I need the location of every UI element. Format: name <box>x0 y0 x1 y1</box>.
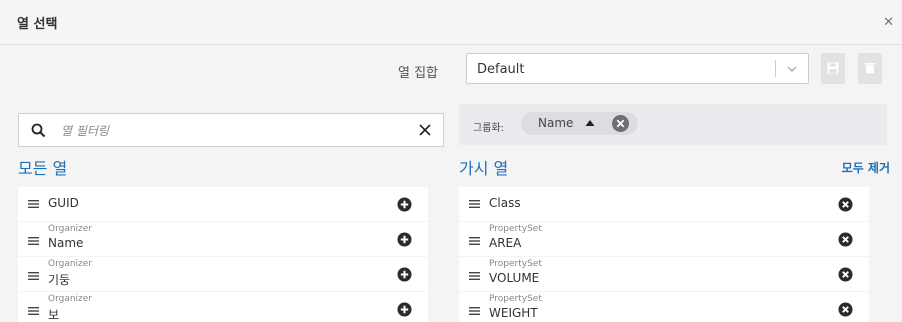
drag-handle-icon[interactable] <box>469 307 480 315</box>
remove-icon[interactable] <box>838 232 853 247</box>
drag-handle-icon[interactable] <box>28 307 39 315</box>
remove-all-button[interactable]: 모두 제거 <box>842 159 890 176</box>
dialog-body: 열 집합 Default 그룹화: Name 모든 열 가시 열 모두 제거 G… <box>0 45 902 322</box>
drag-handle-icon[interactable] <box>28 272 39 280</box>
close-icon[interactable]: ✕ <box>883 16 894 29</box>
dialog-header: 열 선택 ✕ <box>0 0 902 45</box>
drag-handle-icon[interactable] <box>469 272 480 280</box>
column-name: AREA <box>489 236 522 250</box>
column-search <box>18 113 444 147</box>
column-category: Organizer <box>48 294 93 304</box>
visible-columns-title: 가시 열 <box>459 159 509 178</box>
add-icon[interactable] <box>397 197 412 212</box>
drag-handle-icon[interactable] <box>469 200 480 208</box>
list-item[interactable]: PropertySet VOLUME <box>459 257 869 291</box>
delete-button[interactable] <box>858 53 882 84</box>
all-columns-title: 모든 열 <box>18 159 68 178</box>
all-columns-list: GUID Organizer Name Organizer 기둥 Organiz… <box>18 187 428 322</box>
grouping-chip-label: Name <box>538 116 574 130</box>
search-input[interactable] <box>61 121 401 141</box>
column-category: Organizer <box>48 259 93 269</box>
add-icon[interactable] <box>397 232 412 247</box>
add-icon[interactable] <box>397 302 412 317</box>
list-item[interactable]: PropertySet AREA <box>459 222 869 256</box>
column-name: WEIGHT <box>489 306 538 320</box>
list-item[interactable]: Class <box>459 187 869 221</box>
save-button[interactable] <box>821 53 845 84</box>
add-icon[interactable] <box>397 267 412 282</box>
list-item[interactable]: Organizer Name <box>18 222 428 256</box>
list-item[interactable]: Organizer 기둥 <box>18 257 428 291</box>
column-name: Class <box>489 196 521 210</box>
delete-icon <box>865 63 875 74</box>
column-name: VOLUME <box>489 271 540 285</box>
chevron-down-icon[interactable] <box>785 62 799 76</box>
column-set-select[interactable]: Default <box>466 53 809 84</box>
drag-handle-icon[interactable] <box>469 237 480 245</box>
column-name: Name <box>48 236 84 250</box>
list-item[interactable]: GUID <box>18 187 428 221</box>
remove-icon[interactable] <box>838 267 853 282</box>
column-category: PropertySet <box>489 259 542 269</box>
grouping-chip[interactable]: Name <box>521 112 638 135</box>
column-name: 기둥 <box>48 273 71 287</box>
column-name: GUID <box>48 196 79 210</box>
dialog-title: 열 선택 <box>17 17 58 32</box>
visible-columns-list: Class PropertySet AREA PropertySet VOLUM… <box>459 187 869 322</box>
column-category: PropertySet <box>489 224 542 234</box>
clear-icon[interactable] <box>417 122 433 138</box>
column-category: PropertySet <box>489 294 542 304</box>
grouping-label: 그룹화: <box>473 123 504 134</box>
sort-ascending-icon[interactable] <box>585 119 595 127</box>
remove-chip-icon[interactable] <box>611 114 630 133</box>
column-category: Organizer <box>48 224 93 234</box>
save-icon <box>827 62 839 74</box>
list-item[interactable]: Organizer 보 <box>18 292 428 322</box>
remove-icon[interactable] <box>838 197 853 212</box>
remove-icon[interactable] <box>838 302 853 317</box>
drag-handle-icon[interactable] <box>28 237 39 245</box>
drag-handle-icon[interactable] <box>28 200 39 208</box>
grouping-area: 그룹화: Name <box>459 104 887 145</box>
list-item[interactable]: PropertySet WEIGHT <box>459 292 869 322</box>
select-separator <box>775 60 776 77</box>
search-icon <box>31 123 46 138</box>
column-name: 보 <box>48 308 60 322</box>
column-set-value: Default <box>477 62 525 77</box>
column-set-label: 열 집합 <box>398 66 439 81</box>
